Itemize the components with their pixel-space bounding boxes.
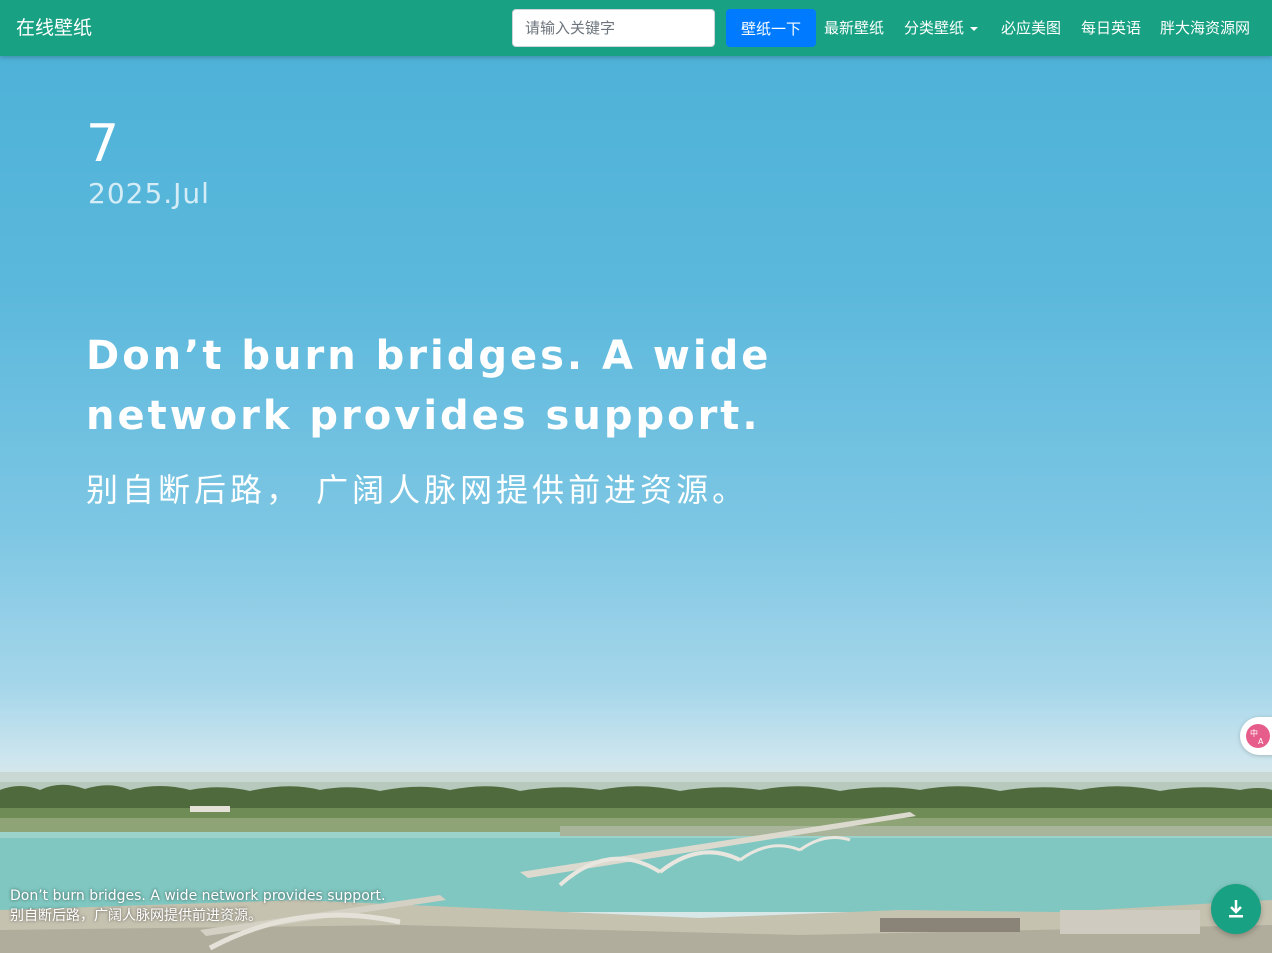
quote-chinese: 别自断后路， 广阔人脉网提供前进资源。 <box>86 471 749 509</box>
caret-down-icon <box>970 26 979 31</box>
nav-category-dropdown[interactable]: 分类壁纸 <box>904 17 979 39</box>
download-button[interactable] <box>1211 884 1261 934</box>
top-navbar: 在线壁纸 壁纸一下 最新壁纸 分类壁纸 必应美图 每日英语 胖大海资源网 <box>0 0 1272 56</box>
search-button[interactable]: 壁纸一下 <box>726 9 816 47</box>
nav-category-label: 分类壁纸 <box>904 19 965 37</box>
wallpaper-caption: Don’t burn bridges. A wide network provi… <box>10 886 385 926</box>
nav-bing-images[interactable]: 必应美图 <box>1001 17 1061 39</box>
nav-daily-english[interactable]: 每日英语 <box>1081 17 1141 39</box>
quote-english: Don’t burn bridges. A wide network provi… <box>86 333 772 439</box>
caption-english: Don’t burn bridges. A wide network provi… <box>10 888 386 904</box>
svg-text:中: 中 <box>1250 728 1258 738</box>
nav-latest-wallpapers[interactable]: 最新壁纸 <box>824 17 884 39</box>
caption-chinese: 别自断后路，广阔人脉网提供前进资源。 <box>10 908 262 924</box>
download-icon <box>1229 900 1243 918</box>
date-day: 7 <box>86 114 120 174</box>
wallpaper-page: 在线壁纸 壁纸一下 最新壁纸 分类壁纸 必应美图 每日英语 胖大海资源网 7 2… <box>0 0 1272 953</box>
date-year-month: 2025.Jul <box>88 177 210 210</box>
svg-text:A: A <box>1258 737 1264 746</box>
site-brand[interactable]: 在线壁纸 <box>16 14 92 42</box>
nav-resource-site[interactable]: 胖大海资源网 <box>1160 17 1250 39</box>
translate-icon: 中 A <box>1246 724 1270 748</box>
search-input[interactable] <box>512 9 715 47</box>
translate-widget-button[interactable]: 中 A <box>1240 717 1272 755</box>
